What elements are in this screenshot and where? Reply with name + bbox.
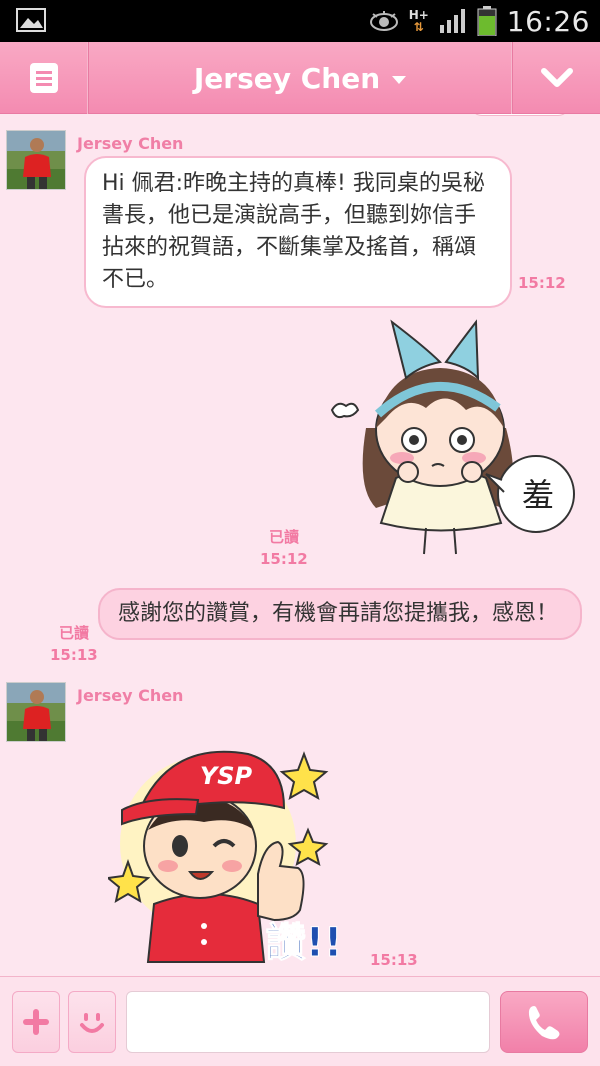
sender-name: Jersey Chen bbox=[77, 686, 184, 705]
message-time: 15:12 bbox=[260, 550, 308, 568]
network-indicator: H+ ⇅ bbox=[408, 8, 429, 34]
sticker-caption: 讚!! bbox=[266, 920, 338, 964]
read-receipt: 已讀 bbox=[269, 528, 300, 546]
clock: 16:26 bbox=[506, 4, 590, 38]
chat-messages[interactable]: Jersey Chen Hi 佩君:昨晚主持的真棒! 我同桌的吳秘書長，他已是演… bbox=[0, 114, 600, 976]
avatar[interactable] bbox=[6, 682, 66, 742]
gallery-icon bbox=[16, 8, 46, 32]
battery-icon bbox=[477, 6, 497, 36]
shy-girl-sticker-image: 羞 bbox=[330, 319, 575, 555]
plus-icon bbox=[23, 1009, 49, 1035]
collapse-button[interactable] bbox=[512, 42, 600, 114]
chat-header: Jersey Chen bbox=[0, 42, 600, 114]
signal-icon bbox=[439, 9, 465, 33]
message-text: Hi 佩君:昨晚主持的真棒! 我同桌的吳秘書長，他已是演說高手，但聽到妳信手拈來… bbox=[102, 171, 485, 292]
menu-button[interactable] bbox=[0, 42, 88, 114]
eye-icon bbox=[369, 11, 398, 31]
sender-name: Jersey Chen bbox=[77, 134, 184, 153]
add-attachment-button[interactable] bbox=[12, 991, 60, 1053]
read-receipt: 已讀 bbox=[59, 624, 90, 642]
phone-icon bbox=[528, 1006, 560, 1040]
call-button[interactable] bbox=[500, 991, 588, 1053]
message-input[interactable] bbox=[126, 991, 490, 1053]
message-bubble-outgoing[interactable]: 感謝您的讚賞，有機會再請您提攜我，感恩！ bbox=[98, 588, 582, 640]
list-icon bbox=[29, 63, 58, 93]
status-bar: H+ ⇅ 16:26 bbox=[0, 0, 600, 42]
chevron-down-icon bbox=[540, 68, 573, 87]
message-input-bar bbox=[0, 976, 600, 1066]
avatar[interactable] bbox=[6, 130, 66, 190]
caret-down-icon bbox=[392, 76, 407, 84]
thumbs-up-sticker-image: YSP 讚!! bbox=[105, 750, 343, 967]
message-text: 感謝您的讚賞，有機會再請您提攜我，感恩！ bbox=[118, 601, 559, 626]
previous-bubble-edge bbox=[470, 114, 570, 116]
message-time: 15:12 bbox=[518, 274, 566, 292]
chat-title: Jersey Chen bbox=[193, 61, 381, 95]
message-time: 15:13 bbox=[50, 646, 98, 664]
smiley-icon bbox=[80, 1013, 104, 1033]
avatar-photo bbox=[7, 131, 65, 189]
sticker-shy-girl[interactable]: 羞 bbox=[326, 318, 576, 568]
chat-title-dropdown[interactable]: Jersey Chen bbox=[88, 42, 512, 114]
avatar-photo bbox=[7, 683, 65, 741]
message-bubble-incoming[interactable]: Hi 佩君:昨晚主持的真棒! 我同桌的吳秘書長，他已是演說高手，但聽到妳信手拈來… bbox=[84, 156, 512, 308]
message-time: 15:13 bbox=[370, 951, 418, 969]
sticker-thumbs-up[interactable]: YSP 讚!! bbox=[105, 734, 343, 967]
sticker-button[interactable] bbox=[68, 991, 116, 1053]
sticker-caption: 羞 bbox=[522, 476, 554, 514]
cap-logo: YSP bbox=[200, 762, 253, 790]
